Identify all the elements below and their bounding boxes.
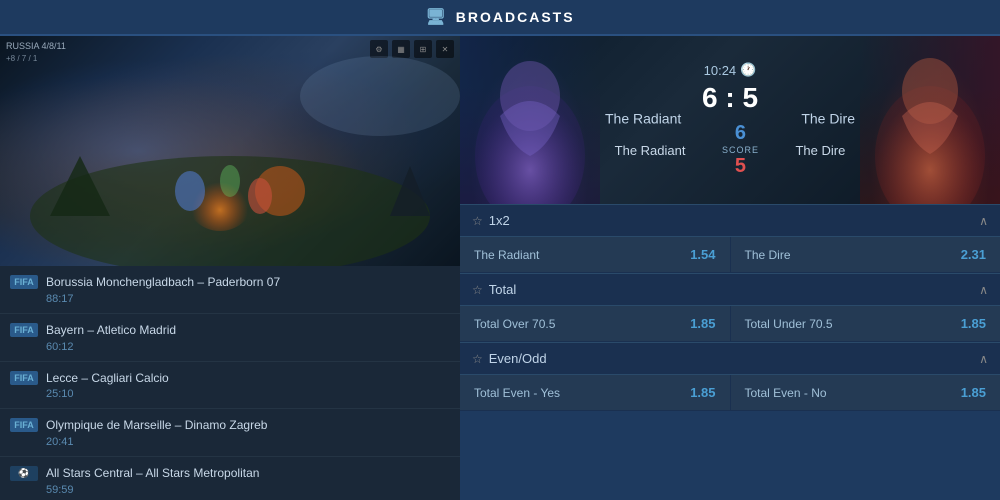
bet-group-title-1x2: ☆ 1x2 <box>472 213 510 228</box>
score-main: 6 : 5 <box>702 82 758 114</box>
sidebar: RUSSIA 4/8/11 +8 / 7 / 1 ⚙ ▦ ⊞ ✕ <box>0 36 460 500</box>
bet-row-evenodd-0: Total Even - Yes 1.85 Total Even - No 1.85 <box>460 375 1000 411</box>
score-timer: 10:24 🕐 <box>704 62 757 78</box>
bet-group-header-1x2[interactable]: ☆ 1x2 ∧ <box>460 204 1000 237</box>
sidebar-match: All Stars Central – All Stars Metropolit… <box>46 465 450 482</box>
bet-cell-odds: 1.85 <box>961 385 986 400</box>
sidebar-badge: FIFA <box>10 323 38 337</box>
sidebar-item[interactable]: ⚽ All Stars Central – All Stars Metropoli… <box>0 457 460 500</box>
team-left-name: The Radiant <box>615 143 686 158</box>
sidebar-time: 25:10 <box>46 388 450 400</box>
header: 🖥 BROADCASTS <box>0 0 1000 36</box>
sidebar-item[interactable]: FIFA Bayern – Atletico Madrid 60:12 <box>0 314 460 362</box>
sidebar-item[interactable]: FIFA Lecce – Cagliari Calcio25:10 <box>0 362 460 410</box>
bet-cell-label: The Dire <box>745 248 791 262</box>
bet-group-title-evenodd: ☆ Even/Odd <box>472 351 547 366</box>
monitor-icon: 🖥 <box>425 7 447 27</box>
video-svg <box>0 36 460 266</box>
bet-cell-label: Total Under 70.5 <box>745 317 833 331</box>
score-divider: 6 SCORE 5 <box>700 122 780 178</box>
bet-cell-odds: 1.85 <box>961 316 986 331</box>
timer-value: 10:24 <box>704 63 737 78</box>
chevron-icon: ∧ <box>979 352 988 366</box>
sidebar-list: FIFA Borussia Monchengladbach – Paderborn… <box>0 266 460 500</box>
sidebar-time: 59:59 <box>46 484 450 496</box>
sidebar-match: Lecce – Cagliari Calcio <box>46 370 450 387</box>
bet-cell-evenodd-0-0[interactable]: Total Even - Yes 1.85 <box>460 375 731 410</box>
star-icon: ☆ <box>472 352 483 366</box>
bet-cell-odds: 1.85 <box>690 385 715 400</box>
bet-cell-odds: 1.85 <box>690 316 715 331</box>
bet-cell-label: Total Even - No <box>745 386 827 400</box>
clock-icon: 🕐 <box>740 62 756 78</box>
bet-cell-label: Total Over 70.5 <box>474 317 555 331</box>
sidebar-item[interactable]: FIFA Olympique de Marseille – Dinamo Zagr… <box>0 409 460 457</box>
sidebar-time: 20:41 <box>46 436 450 448</box>
video-thumbnail[interactable]: RUSSIA 4/8/11 +8 / 7 / 1 ⚙ ▦ ⊞ ✕ <box>0 36 460 266</box>
sidebar-content: All Stars Central – All Stars Metropolit… <box>46 465 450 496</box>
bet-title-text-evenodd: Even/Odd <box>489 351 547 366</box>
team-label-left: The Radiant <box>605 110 681 126</box>
bet-group-header-total[interactable]: ☆ Total ∧ <box>460 273 1000 306</box>
right-panel: 10:24 🕐 6 : 5 The Radiant 6 SCORE 5 The … <box>460 36 1000 500</box>
sidebar-content: Borussia Monchengladbach – Paderborn 07 8… <box>46 274 450 305</box>
bet-cell-total-0-0[interactable]: Total Over 70.5 1.85 <box>460 306 731 341</box>
team-label-right: The Dire <box>801 110 855 126</box>
bet-cell-label: Total Even - Yes <box>474 386 560 400</box>
star-icon: ☆ <box>472 283 483 297</box>
chevron-icon: ∧ <box>979 283 988 297</box>
bet-cell-label: The Radiant <box>474 248 539 262</box>
sidebar-match: Bayern – Atletico Madrid <box>46 322 450 339</box>
sidebar-time: 60:12 <box>46 341 450 353</box>
bet-cell-evenodd-0-1[interactable]: Total Even - No 1.85 <box>731 375 1000 410</box>
bet-title-text-total: Total <box>489 282 516 297</box>
sidebar-content: Lecce – Cagliari Calcio25:10 <box>46 370 450 401</box>
sidebar-item[interactable]: FIFA Borussia Monchengladbach – Paderborn… <box>0 266 460 314</box>
sidebar-content: Olympique de Marseille – Dinamo Zagreb 20… <box>46 417 450 448</box>
sidebar-time: 88:17 <box>46 293 450 305</box>
bet-group-header-evenodd[interactable]: ☆ Even/Odd ∧ <box>460 342 1000 375</box>
bet-cell-odds: 2.31 <box>961 247 986 262</box>
score-teams: The Radiant 6 SCORE 5 The Dire <box>615 122 846 178</box>
score-label: SCORE <box>700 145 780 155</box>
bet-cell-total-0-1[interactable]: Total Under 70.5 1.85 <box>731 306 1000 341</box>
bet-title-text-1x2: 1x2 <box>489 213 510 228</box>
score-center: 10:24 🕐 6 : 5 The Radiant 6 SCORE 5 The … <box>460 36 1000 204</box>
score-area: 10:24 🕐 6 : 5 The Radiant 6 SCORE 5 The … <box>460 36 1000 204</box>
score-left-num: 6 <box>700 122 780 145</box>
team-left-block: The Radiant <box>615 143 701 158</box>
team-right-block: The Dire <box>780 143 845 158</box>
header-title-text: BROADCASTS <box>456 9 575 25</box>
bet-group-title-total: ☆ Total <box>472 282 516 297</box>
sidebar-badge: FIFA <box>10 418 38 432</box>
betting-section: ☆ 1x2 ∧ The Radiant 1.54 The Dire 2.31 ☆ Total ∧ T… <box>460 204 1000 500</box>
bet-cell-odds: 1.54 <box>690 247 715 262</box>
sidebar-match: Borussia Monchengladbach – Paderborn 07 <box>46 274 450 291</box>
bet-cell-1x2-0-1[interactable]: The Dire 2.31 <box>731 237 1000 272</box>
sidebar-match: Olympique de Marseille – Dinamo Zagreb <box>46 417 450 434</box>
sidebar-badge: FIFA <box>10 371 38 385</box>
bet-cell-1x2-0-0[interactable]: The Radiant 1.54 <box>460 237 731 272</box>
sidebar-content: Bayern – Atletico Madrid 60:12 <box>46 322 450 353</box>
sidebar-badge: FIFA <box>10 275 38 289</box>
bet-row-total-0: Total Over 70.5 1.85 Total Under 70.5 1.85 <box>460 306 1000 342</box>
team-right-name: The Dire <box>795 143 845 158</box>
star-icon: ☆ <box>472 214 483 228</box>
chevron-icon: ∧ <box>979 214 988 228</box>
bet-row-1x2-0: The Radiant 1.54 The Dire 2.31 <box>460 237 1000 273</box>
main-layout: RUSSIA 4/8/11 +8 / 7 / 1 ⚙ ▦ ⊞ ✕ <box>0 36 1000 500</box>
score-right-num: 5 <box>700 155 780 178</box>
header-title: 🖥 BROADCASTS <box>425 7 574 27</box>
sidebar-badge: ⚽ <box>10 466 38 481</box>
